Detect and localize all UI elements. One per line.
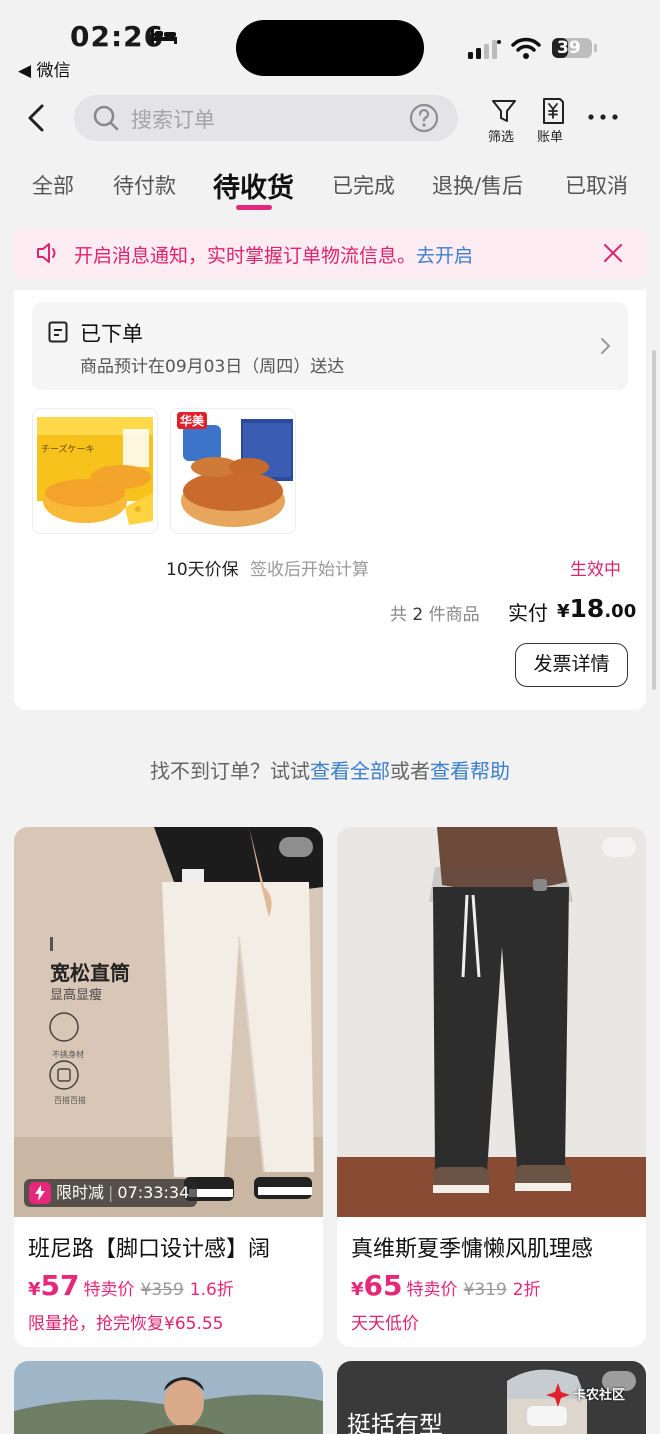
chevron-right-icon	[601, 338, 611, 354]
speaker-icon	[37, 243, 56, 263]
flash-sale-countdown: 07:33:34	[117, 1183, 190, 1202]
order-not-found-hint: 找不到订单？试试查看全部或者查看帮助	[0, 755, 660, 784]
bill-icon[interactable]	[539, 97, 567, 125]
battery-level: 39	[557, 38, 581, 58]
promo-note: 限量抢，抢完恢复¥65.55	[28, 1314, 224, 1334]
paid-integer: 18	[569, 594, 605, 623]
tab-completed[interactable]: 已完成	[332, 170, 395, 200]
price-currency: ¥	[28, 1279, 41, 1300]
recommend-product-card[interactable]: 宽松直筒 显高显瘦 不挑身材 百搭百搭 限时减 | 07:33:34 班尼路【脚口设…	[14, 827, 323, 1347]
price-tag: 特卖价	[83, 1280, 135, 1300]
product-thumbnail-cake[interactable]: 华美	[170, 408, 296, 534]
product-price: ¥65 特卖价 ¥319 2折	[351, 1269, 541, 1302]
overlay-subtitle: 显高显瘦	[50, 988, 103, 1003]
tab-pending-receipt[interactable]: 待收货	[213, 166, 294, 205]
product-image-pants-beige	[14, 827, 323, 1217]
overlay-feature-2: 百搭百搭	[54, 1096, 86, 1105]
promo-note: 天天低价	[351, 1314, 419, 1334]
count-prefix: 共	[390, 605, 407, 625]
tab-cancelled[interactable]: 已取消	[565, 170, 628, 200]
sleep-mode-icon	[151, 29, 177, 44]
paid-amount: ¥18.00	[557, 594, 636, 623]
tab-returns[interactable]: 退换/售后	[432, 170, 523, 200]
item-count: 共 2 件商品	[390, 600, 480, 625]
original-price: ¥359	[140, 1280, 184, 1300]
count-suffix: 件商品	[428, 605, 480, 625]
order-status-title: 已下单	[80, 322, 143, 346]
discount: 1.6折	[189, 1280, 234, 1300]
cellular-signal-icon	[468, 40, 501, 59]
wifi-icon	[511, 37, 541, 59]
notification-message: 开启消息通知，实时掌握订单物流信息。	[74, 245, 417, 267]
recommend-product-card[interactable]	[14, 1361, 323, 1434]
hint-text: 找不到订单？试试	[150, 759, 310, 783]
more-options-icon[interactable]	[602, 837, 636, 857]
flash-sale-badge: 限时减 | 07:33:34	[24, 1179, 198, 1207]
overlay-title: 宽松直筒	[50, 961, 130, 985]
product-image-model	[14, 1361, 323, 1434]
invoice-details-button[interactable]: 发票详情	[515, 643, 628, 687]
product-image-pants-dark	[337, 827, 646, 1217]
enable-notifications-link[interactable]: 去开启	[416, 245, 473, 267]
filter-label[interactable]: 筛选	[488, 126, 514, 145]
price-value: 57	[40, 1269, 80, 1302]
price-guarantee-label: 10天价保	[166, 560, 239, 580]
search-placeholder: 搜索订单	[131, 108, 215, 132]
original-price: ¥319	[463, 1280, 507, 1300]
filter-icon[interactable]	[490, 97, 518, 125]
view-all-link[interactable]: 查看全部	[310, 759, 390, 783]
paid-decimal: .00	[604, 601, 637, 622]
price-guarantee-note: 签收后开始计算	[250, 560, 369, 580]
price-currency: ¥	[351, 1279, 364, 1300]
watermark-logo: 卡农社区	[545, 1378, 655, 1422]
hint-or: 或者	[390, 759, 430, 783]
count-value: 2	[412, 605, 424, 625]
notification-text: 开启消息通知，实时掌握订单物流信息。去开启	[74, 241, 473, 268]
recommend-product-card[interactable]: 真维斯夏季慵懒风肌理感 ¥65 特卖价 ¥319 2折 天天低价	[337, 827, 646, 1347]
flash-sale-label: 限时减	[56, 1183, 105, 1202]
bill-label[interactable]: 账单	[537, 126, 563, 145]
lightning-icon	[29, 1182, 51, 1204]
back-arrow-icon[interactable]	[22, 100, 52, 136]
close-icon[interactable]	[602, 242, 624, 264]
watermark-text: 卡农社区	[573, 1388, 626, 1403]
product-price: ¥57 特卖价 ¥359 1.6折	[28, 1269, 234, 1302]
more-options-icon[interactable]	[586, 108, 620, 126]
overlay-feature-1: 不挑身材	[52, 1050, 84, 1059]
brand-badge: 华美	[177, 412, 208, 429]
guarantee-status: 生效中	[570, 560, 621, 580]
scrollbar[interactable]	[652, 350, 656, 690]
product-box-text: チーズケーキ	[41, 445, 95, 455]
more-options-icon[interactable]	[279, 837, 313, 857]
price-tag: 特卖价	[406, 1280, 458, 1300]
delivery-estimate: 商品预计在09月03日（周四）送达	[80, 357, 345, 377]
order-document-icon	[48, 321, 68, 343]
paid-currency: ¥	[557, 601, 570, 622]
price-value: 65	[363, 1269, 403, 1302]
help-icon[interactable]	[408, 102, 440, 134]
battery-icon: 39	[551, 37, 599, 59]
active-tab-indicator	[236, 205, 272, 210]
back-to-wechat-link[interactable]: ◀ 微信	[18, 56, 70, 81]
search-icon	[93, 105, 119, 131]
view-help-link[interactable]: 查看帮助	[430, 759, 510, 783]
dynamic-island	[236, 20, 424, 76]
tab-pending-payment[interactable]: 待付款	[113, 170, 176, 200]
product-thumbnail-cheesecake[interactable]: チーズケーキ	[32, 408, 158, 534]
product-name: 真维斯夏季慵懒风肌理感	[351, 1237, 594, 1262]
overlay-title: 挺括有型	[347, 1411, 443, 1434]
paid-label: 实付	[508, 601, 548, 625]
tab-all[interactable]: 全部	[32, 170, 74, 200]
product-name: 班尼路【脚口设计感】阔	[28, 1237, 271, 1262]
discount: 2折	[512, 1280, 541, 1300]
